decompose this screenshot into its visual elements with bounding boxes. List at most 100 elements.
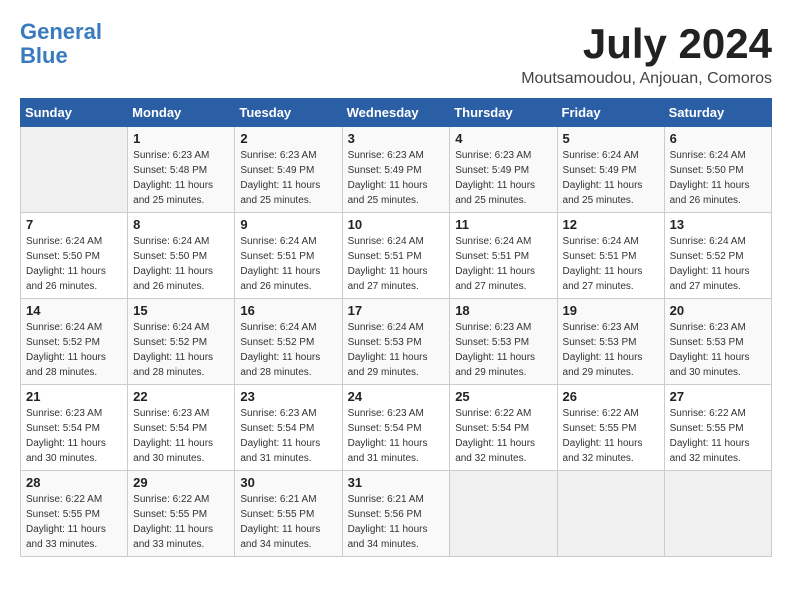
day-info: Sunrise: 6:23 AMSunset: 5:49 PMDaylight:… (455, 148, 551, 208)
calendar-cell: 25 Sunrise: 6:22 AMSunset: 5:54 PMDaylig… (450, 385, 557, 471)
day-info: Sunrise: 6:23 AMSunset: 5:53 PMDaylight:… (455, 320, 551, 380)
calendar-cell (21, 127, 128, 213)
day-number: 12 (563, 217, 659, 232)
day-number: 9 (240, 217, 336, 232)
day-header-thursday: Thursday (450, 99, 557, 127)
day-number: 6 (670, 131, 766, 146)
day-number: 30 (240, 475, 336, 490)
calendar-table: SundayMondayTuesdayWednesdayThursdayFrid… (20, 98, 772, 557)
calendar-cell: 3 Sunrise: 6:23 AMSunset: 5:49 PMDayligh… (342, 127, 450, 213)
day-number: 5 (563, 131, 659, 146)
calendar-cell: 7 Sunrise: 6:24 AMSunset: 5:50 PMDayligh… (21, 213, 128, 299)
title-block: July 2024 Moutsamoudou, Anjouan, Comoros (521, 20, 772, 88)
calendar-cell: 23 Sunrise: 6:23 AMSunset: 5:54 PMDaylig… (235, 385, 342, 471)
day-info: Sunrise: 6:23 AMSunset: 5:53 PMDaylight:… (670, 320, 766, 380)
day-number: 27 (670, 389, 766, 404)
day-info: Sunrise: 6:23 AMSunset: 5:48 PMDaylight:… (133, 148, 229, 208)
month-title: July 2024 (521, 20, 772, 68)
calendar-cell: 26 Sunrise: 6:22 AMSunset: 5:55 PMDaylig… (557, 385, 664, 471)
day-number: 7 (26, 217, 122, 232)
calendar-cell: 5 Sunrise: 6:24 AMSunset: 5:49 PMDayligh… (557, 127, 664, 213)
calendar-cell: 16 Sunrise: 6:24 AMSunset: 5:52 PMDaylig… (235, 299, 342, 385)
calendar-cell (664, 471, 771, 557)
day-number: 19 (563, 303, 659, 318)
logo-blue: Blue (20, 43, 68, 68)
calendar-cell: 14 Sunrise: 6:24 AMSunset: 5:52 PMDaylig… (21, 299, 128, 385)
header-row: SundayMondayTuesdayWednesdayThursdayFrid… (21, 99, 772, 127)
day-number: 23 (240, 389, 336, 404)
calendar-cell (450, 471, 557, 557)
calendar-cell: 24 Sunrise: 6:23 AMSunset: 5:54 PMDaylig… (342, 385, 450, 471)
day-info: Sunrise: 6:23 AMSunset: 5:54 PMDaylight:… (26, 406, 122, 466)
calendar-cell: 13 Sunrise: 6:24 AMSunset: 5:52 PMDaylig… (664, 213, 771, 299)
day-info: Sunrise: 6:24 AMSunset: 5:52 PMDaylight:… (670, 234, 766, 294)
day-info: Sunrise: 6:24 AMSunset: 5:49 PMDaylight:… (563, 148, 659, 208)
day-number: 18 (455, 303, 551, 318)
day-number: 26 (563, 389, 659, 404)
page-header: General Blue July 2024 Moutsamoudou, Anj… (20, 20, 772, 88)
calendar-cell: 9 Sunrise: 6:24 AMSunset: 5:51 PMDayligh… (235, 213, 342, 299)
calendar-cell: 22 Sunrise: 6:23 AMSunset: 5:54 PMDaylig… (128, 385, 235, 471)
day-info: Sunrise: 6:23 AMSunset: 5:49 PMDaylight:… (348, 148, 445, 208)
day-info: Sunrise: 6:22 AMSunset: 5:55 PMDaylight:… (670, 406, 766, 466)
week-row-2: 7 Sunrise: 6:24 AMSunset: 5:50 PMDayligh… (21, 213, 772, 299)
day-info: Sunrise: 6:24 AMSunset: 5:50 PMDaylight:… (670, 148, 766, 208)
calendar-cell: 19 Sunrise: 6:23 AMSunset: 5:53 PMDaylig… (557, 299, 664, 385)
day-number: 25 (455, 389, 551, 404)
calendar-cell: 17 Sunrise: 6:24 AMSunset: 5:53 PMDaylig… (342, 299, 450, 385)
day-number: 21 (26, 389, 122, 404)
calendar-cell: 11 Sunrise: 6:24 AMSunset: 5:51 PMDaylig… (450, 213, 557, 299)
day-info: Sunrise: 6:21 AMSunset: 5:55 PMDaylight:… (240, 492, 336, 552)
day-info: Sunrise: 6:22 AMSunset: 5:55 PMDaylight:… (563, 406, 659, 466)
day-info: Sunrise: 6:23 AMSunset: 5:54 PMDaylight:… (240, 406, 336, 466)
day-number: 2 (240, 131, 336, 146)
day-info: Sunrise: 6:22 AMSunset: 5:55 PMDaylight:… (26, 492, 122, 552)
location: Moutsamoudou, Anjouan, Comoros (521, 70, 772, 88)
day-number: 13 (670, 217, 766, 232)
day-info: Sunrise: 6:24 AMSunset: 5:52 PMDaylight:… (133, 320, 229, 380)
day-number: 15 (133, 303, 229, 318)
logo: General Blue (20, 20, 102, 68)
day-number: 31 (348, 475, 445, 490)
day-info: Sunrise: 6:24 AMSunset: 5:50 PMDaylight:… (26, 234, 122, 294)
day-info: Sunrise: 6:23 AMSunset: 5:49 PMDaylight:… (240, 148, 336, 208)
calendar-cell: 20 Sunrise: 6:23 AMSunset: 5:53 PMDaylig… (664, 299, 771, 385)
day-info: Sunrise: 6:24 AMSunset: 5:51 PMDaylight:… (455, 234, 551, 294)
day-number: 22 (133, 389, 229, 404)
week-row-3: 14 Sunrise: 6:24 AMSunset: 5:52 PMDaylig… (21, 299, 772, 385)
calendar-cell: 4 Sunrise: 6:23 AMSunset: 5:49 PMDayligh… (450, 127, 557, 213)
day-info: Sunrise: 6:23 AMSunset: 5:53 PMDaylight:… (563, 320, 659, 380)
day-info: Sunrise: 6:24 AMSunset: 5:50 PMDaylight:… (133, 234, 229, 294)
day-info: Sunrise: 6:24 AMSunset: 5:53 PMDaylight:… (348, 320, 445, 380)
day-number: 24 (348, 389, 445, 404)
calendar-cell: 27 Sunrise: 6:22 AMSunset: 5:55 PMDaylig… (664, 385, 771, 471)
week-row-1: 1 Sunrise: 6:23 AMSunset: 5:48 PMDayligh… (21, 127, 772, 213)
week-row-4: 21 Sunrise: 6:23 AMSunset: 5:54 PMDaylig… (21, 385, 772, 471)
calendar-cell: 18 Sunrise: 6:23 AMSunset: 5:53 PMDaylig… (450, 299, 557, 385)
day-info: Sunrise: 6:24 AMSunset: 5:51 PMDaylight:… (240, 234, 336, 294)
calendar-cell: 30 Sunrise: 6:21 AMSunset: 5:55 PMDaylig… (235, 471, 342, 557)
day-header-monday: Monday (128, 99, 235, 127)
calendar-cell: 29 Sunrise: 6:22 AMSunset: 5:55 PMDaylig… (128, 471, 235, 557)
day-number: 8 (133, 217, 229, 232)
day-number: 17 (348, 303, 445, 318)
day-info: Sunrise: 6:24 AMSunset: 5:51 PMDaylight:… (563, 234, 659, 294)
calendar-cell: 10 Sunrise: 6:24 AMSunset: 5:51 PMDaylig… (342, 213, 450, 299)
day-number: 14 (26, 303, 122, 318)
day-number: 10 (348, 217, 445, 232)
calendar-cell: 2 Sunrise: 6:23 AMSunset: 5:49 PMDayligh… (235, 127, 342, 213)
calendar-cell: 21 Sunrise: 6:23 AMSunset: 5:54 PMDaylig… (21, 385, 128, 471)
calendar-cell: 8 Sunrise: 6:24 AMSunset: 5:50 PMDayligh… (128, 213, 235, 299)
day-number: 4 (455, 131, 551, 146)
day-info: Sunrise: 6:21 AMSunset: 5:56 PMDaylight:… (348, 492, 445, 552)
day-header-friday: Friday (557, 99, 664, 127)
calendar-cell: 15 Sunrise: 6:24 AMSunset: 5:52 PMDaylig… (128, 299, 235, 385)
calendar-cell: 12 Sunrise: 6:24 AMSunset: 5:51 PMDaylig… (557, 213, 664, 299)
day-number: 11 (455, 217, 551, 232)
calendar-cell: 31 Sunrise: 6:21 AMSunset: 5:56 PMDaylig… (342, 471, 450, 557)
day-info: Sunrise: 6:24 AMSunset: 5:52 PMDaylight:… (240, 320, 336, 380)
logo-text: General Blue (20, 20, 102, 68)
day-info: Sunrise: 6:22 AMSunset: 5:54 PMDaylight:… (455, 406, 551, 466)
day-number: 28 (26, 475, 122, 490)
calendar-cell: 1 Sunrise: 6:23 AMSunset: 5:48 PMDayligh… (128, 127, 235, 213)
